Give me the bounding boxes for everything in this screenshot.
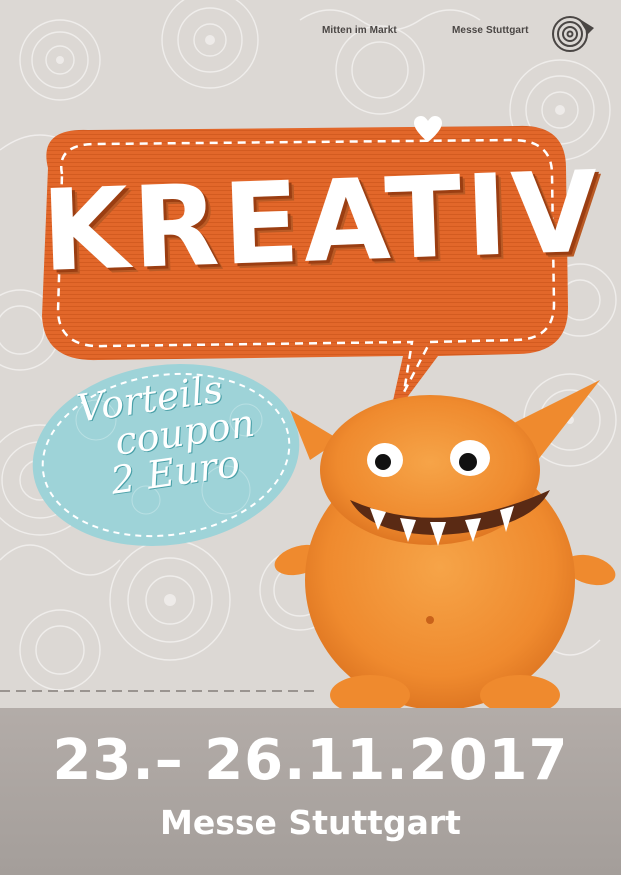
headline-title: KREATIV [39, 147, 605, 297]
felt-monster-image [274, 380, 616, 715]
event-dates: 23.– 26.11.2017 [52, 728, 569, 793]
poster: Mitten im Markt Messe Stuttgart KREATIV [0, 0, 621, 875]
event-venue: Messe Stuttgart [160, 803, 461, 842]
heart-icon [414, 116, 442, 142]
header-brand: Messe Stuttgart [452, 25, 529, 36]
dashed-divider [0, 690, 320, 692]
swirl-logo-icon [552, 16, 594, 52]
header-tagline: Mitten im Markt [322, 25, 397, 36]
